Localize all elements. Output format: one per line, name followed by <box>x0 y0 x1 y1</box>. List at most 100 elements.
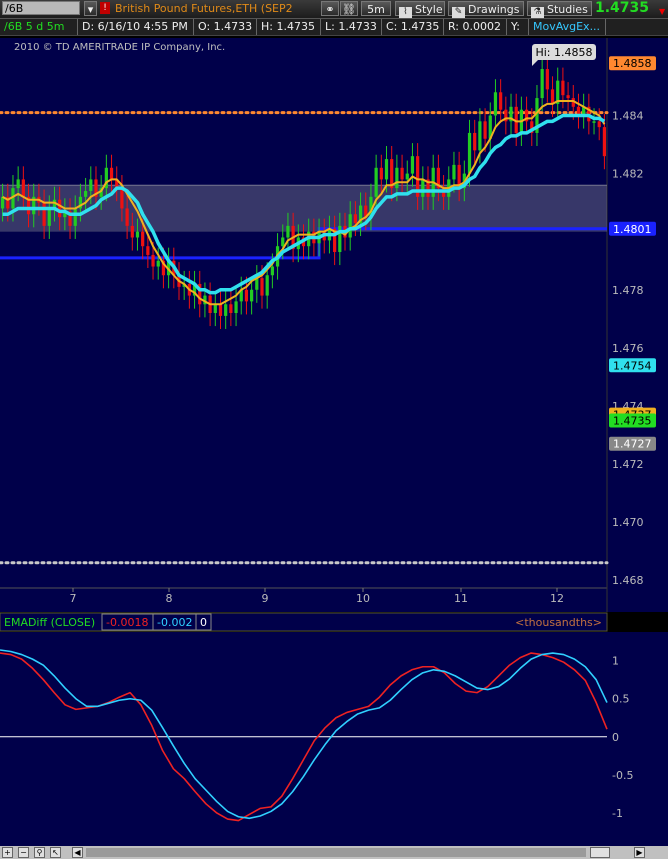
price-tag-label: 1.4858 <box>613 57 652 70</box>
study-axis-tick-label: 1 <box>612 655 619 668</box>
candle-body <box>400 167 404 180</box>
price-tag-label: 1.4801 <box>613 223 652 236</box>
study-axis-tick-label: -1 <box>612 807 623 820</box>
candle-body <box>218 304 223 316</box>
time-axis-tick-label: 7 <box>70 592 77 605</box>
price-axis-tick-label: 1.472 <box>612 458 644 471</box>
study-legend-cyan: -0.002 <box>157 616 192 629</box>
candle-body <box>550 89 555 104</box>
candle-body <box>493 92 498 116</box>
zoom-in-button[interactable]: + <box>2 847 13 858</box>
candle-body <box>353 214 357 223</box>
candle-body <box>16 179 20 189</box>
candle-body <box>384 159 389 180</box>
candle-body <box>395 167 399 189</box>
candle-body <box>545 69 549 90</box>
candle-body <box>213 304 217 313</box>
price-axis-tick-label: 1.478 <box>612 284 644 297</box>
scroll-left-button[interactable]: ◀ <box>72 847 83 858</box>
candle-body <box>379 167 383 180</box>
magnifier-icon: ⚲ <box>36 848 43 857</box>
candle-body <box>405 173 409 180</box>
study-axis-tick-label: -0.5 <box>612 769 633 782</box>
candle-body <box>244 289 249 302</box>
candle-body <box>473 132 477 151</box>
candle-body <box>265 275 269 296</box>
candle-body <box>156 260 160 267</box>
candle-body <box>151 254 155 267</box>
time-axis-tick-label: 12 <box>550 592 564 605</box>
candle-body <box>260 278 264 296</box>
scroll-track[interactable] <box>86 848 586 857</box>
candle-body <box>421 179 425 197</box>
arrow-right-icon: ▶ <box>636 848 643 857</box>
time-axis-tick-label: 10 <box>356 592 370 605</box>
candle-body <box>73 208 77 226</box>
scroll-thumb[interactable] <box>590 847 610 858</box>
candle-body <box>592 121 596 123</box>
price-chart[interactable]: 1.4681.4701.4721.4741.4761.4781.4801.482… <box>0 0 668 859</box>
time-axis-tick-label: 9 <box>262 592 269 605</box>
arrow-left-icon: ◀ <box>74 848 81 857</box>
study-axis-tick-label: 0 <box>612 731 619 744</box>
candle-body <box>452 164 456 180</box>
lower-gutter <box>0 834 668 846</box>
scroll-right-button[interactable]: ▶ <box>634 847 645 858</box>
candle-body <box>42 202 46 226</box>
pointer-icon: ↖ <box>52 848 59 857</box>
zoom-out-button[interactable]: − <box>18 847 29 858</box>
candle-body <box>89 179 93 192</box>
plus-icon: + <box>4 848 11 857</box>
price-tag-label: 1.4735 <box>613 414 652 427</box>
price-axis-tick-label: 1.476 <box>612 342 644 355</box>
candle-body <box>21 179 25 197</box>
candle-body <box>478 121 482 151</box>
candle-body <box>229 304 233 313</box>
candle-body <box>281 237 285 247</box>
time-axis-tick-label: 11 <box>454 592 468 605</box>
candle-body <box>566 95 570 99</box>
candle-body <box>540 69 544 99</box>
hi-label: Hi: 1.4858 <box>535 46 592 59</box>
time-axis-background <box>0 588 668 612</box>
candle-body <box>130 225 134 238</box>
study-title[interactable]: EMADiff (CLOSE) <box>4 616 95 629</box>
price-axis-tick-label: 1.484 <box>612 110 644 123</box>
time-scrollbar[interactable]: + − ⚲ ↖ ◀ ▶ <box>0 846 668 859</box>
study-axis-tick-label: 0.5 <box>612 693 630 706</box>
candle-body <box>224 304 228 316</box>
price-axis-tick-label: 1.482 <box>612 168 644 181</box>
study-plot-background <box>0 632 607 834</box>
candle-body <box>135 231 140 238</box>
candle-body <box>125 208 129 226</box>
copyright-notice: 2010 © TD AMERITRADE IP Company, Inc. <box>14 42 225 53</box>
candle-body <box>483 121 487 139</box>
price-axis-tick-label: 1.470 <box>612 516 644 529</box>
study-units-label: <thousandths> <box>515 616 602 629</box>
minus-icon: − <box>20 848 27 857</box>
candle-body <box>146 246 150 255</box>
candle-body <box>58 199 62 218</box>
candle-body <box>270 266 274 276</box>
candle-body <box>374 167 378 197</box>
price-tag-label: 1.4727 <box>613 438 652 451</box>
time-axis-tick-label: 8 <box>166 592 173 605</box>
zoom-button[interactable]: ⚲ <box>34 847 45 858</box>
candle-body <box>410 156 415 174</box>
price-axis-tick-label: 1.468 <box>612 574 644 587</box>
study-legend-red: -0.0018 <box>106 616 148 629</box>
candle-body <box>234 301 238 313</box>
cursor-button[interactable]: ↖ <box>50 847 61 858</box>
price-tag-label: 1.4754 <box>613 359 652 372</box>
candle-body <box>83 191 88 197</box>
candle-body <box>286 225 290 238</box>
candle-body <box>467 132 472 174</box>
candle-body <box>602 127 607 157</box>
candle-body <box>338 225 342 253</box>
candle-body <box>499 92 503 110</box>
candle-body <box>561 80 565 96</box>
candle-body <box>120 188 124 209</box>
study-legend-zero: 0 <box>200 616 207 629</box>
candle-body <box>109 167 114 180</box>
candle-body <box>250 289 254 302</box>
